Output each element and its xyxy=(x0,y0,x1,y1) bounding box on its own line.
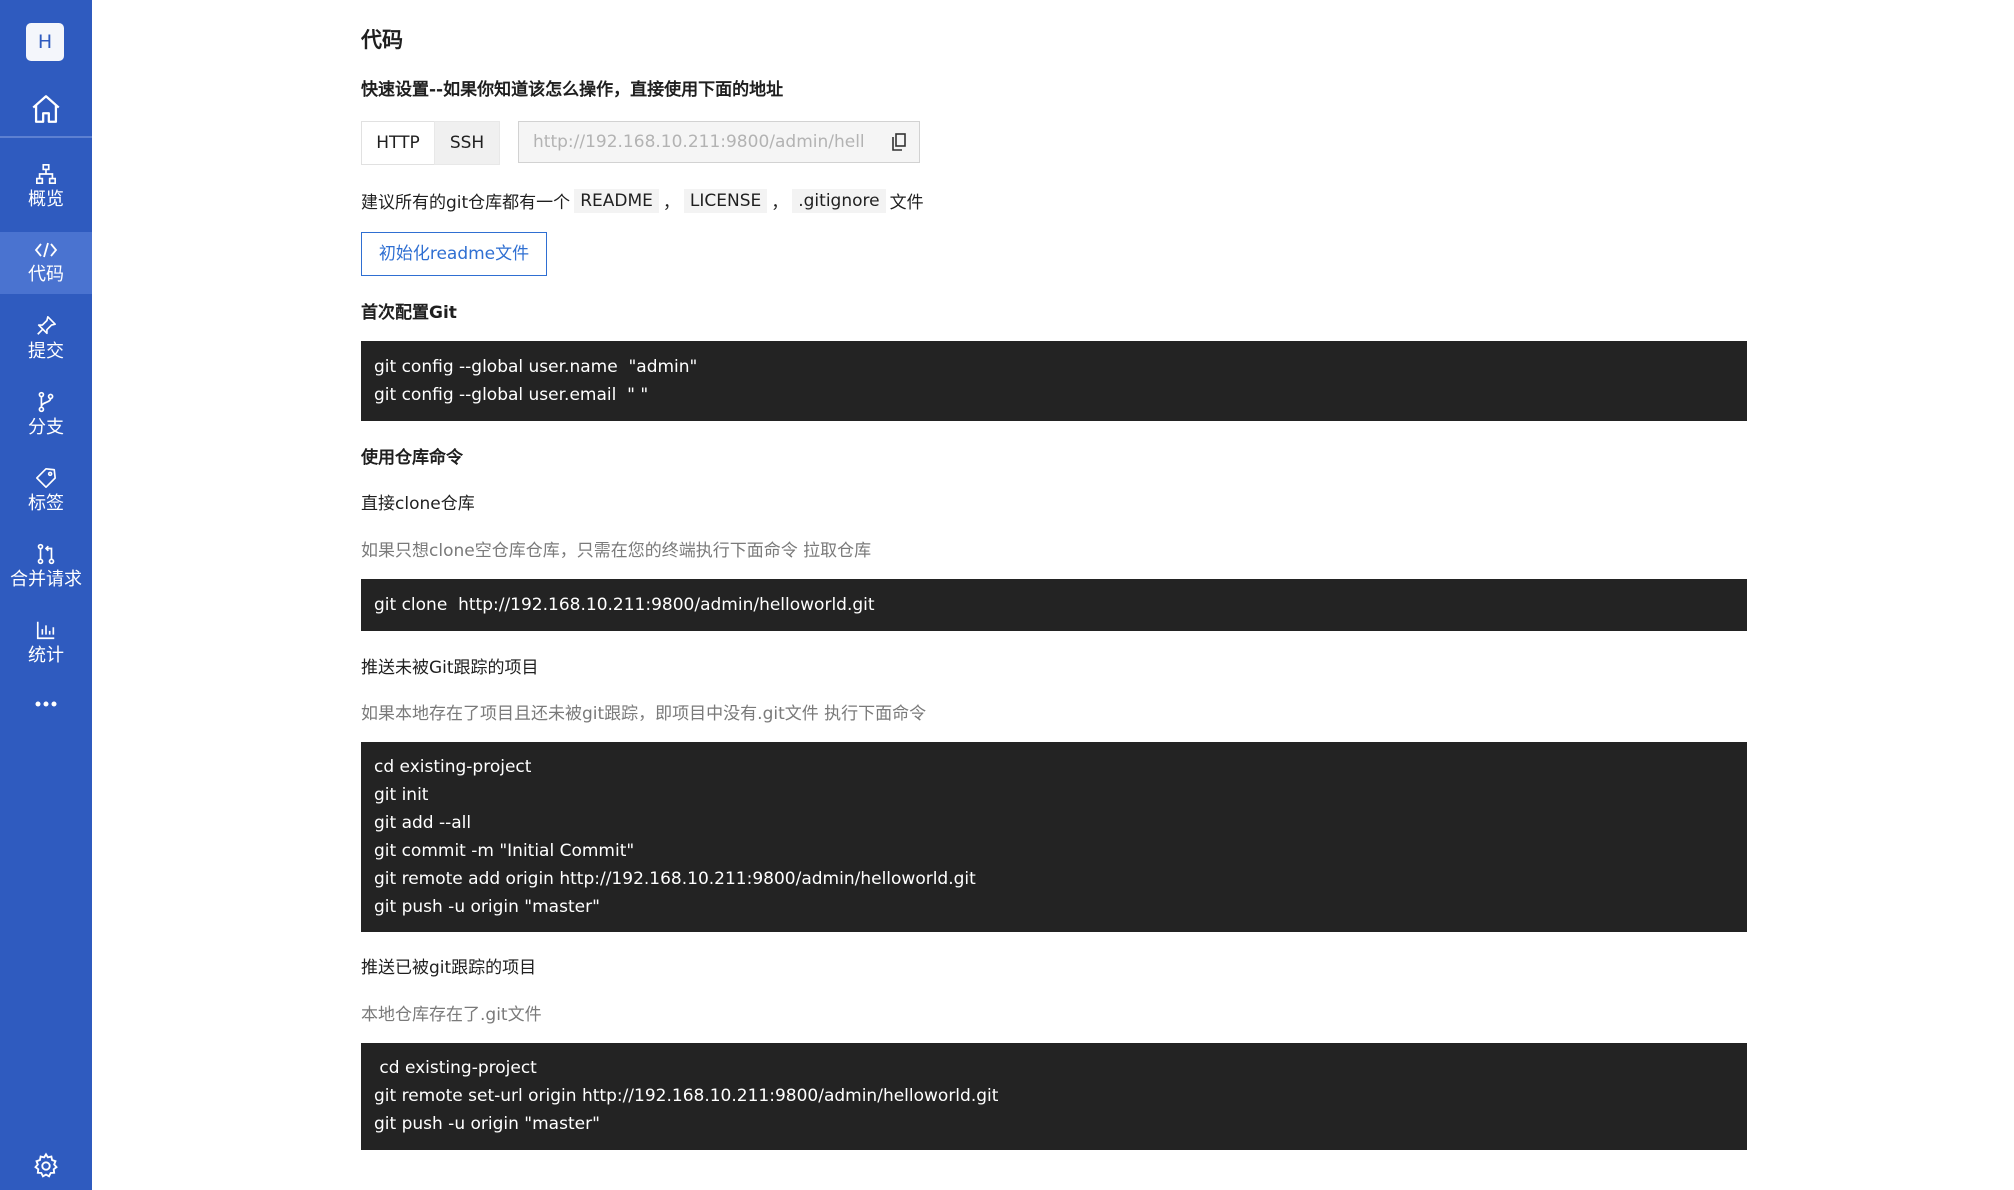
code-line: git config --global user.email " " xyxy=(374,385,649,405)
sidebar-item-tags[interactable]: 标签 xyxy=(0,460,92,522)
sidebar-item-label: 概览 xyxy=(28,189,64,210)
sidebar-item-merge-requests[interactable]: 合并请求 xyxy=(0,536,92,598)
sidebar-divider xyxy=(0,136,92,138)
code-line: git clone http://192.168.10.211:9800/adm… xyxy=(374,595,875,615)
code-line: cd existing-project xyxy=(374,757,532,777)
bar-chart-icon xyxy=(36,621,55,640)
code-line: git init xyxy=(374,785,429,805)
sidebar-item-label: 提交 xyxy=(28,341,64,362)
sidebar-item-statistics[interactable]: 统计 xyxy=(0,612,92,674)
untracked-description: 如果本地存在了项目且还未被git跟踪，即项目中没有.git文件 执行下面命令 xyxy=(361,704,927,724)
first-config-code-block: git config --global user.name "admin" gi… xyxy=(361,341,1747,421)
sidebar-item-label: 合并请求 xyxy=(10,569,82,590)
first-config-title: 首次配置Git xyxy=(361,303,457,323)
clone-title: 直接clone仓库 xyxy=(361,494,475,514)
code-line: git commit -m "Initial Commit" xyxy=(374,841,635,861)
sidebar-item-label: 分支 xyxy=(28,417,64,438)
avatar[interactable]: H xyxy=(26,23,64,61)
repo-commands-title: 使用仓库命令 xyxy=(361,448,463,468)
sidebar: H 概览 代码 提交 分支 标签 合并请求 统计 xyxy=(0,0,92,1190)
ssh-tab[interactable]: SSH xyxy=(434,121,500,165)
pin-icon xyxy=(37,316,56,335)
code-line: git remote add origin http://192.168.10.… xyxy=(374,869,976,889)
untracked-code-block: cd existing-project git init git add --a… xyxy=(361,742,1747,932)
copy-button[interactable] xyxy=(887,131,911,153)
more-dots-icon xyxy=(35,701,57,707)
sidebar-item-commits[interactable]: 提交 xyxy=(0,308,92,370)
pull-request-icon xyxy=(37,543,55,565)
code-icon xyxy=(34,242,58,258)
separator: ， xyxy=(662,193,680,213)
suggestion-suffix: 文件 xyxy=(889,193,924,213)
clone-code-block: git clone http://192.168.10.211:9800/adm… xyxy=(361,579,1747,631)
sidebar-item-code[interactable]: 代码 xyxy=(0,232,92,294)
code-line: git add --all xyxy=(374,813,472,833)
more-button[interactable] xyxy=(0,685,92,723)
code-line: git push -u origin "master" xyxy=(374,897,600,917)
code-line: git remote set-url origin http://192.168… xyxy=(374,1086,999,1106)
quick-setup-title: 快速设置--如果你知道该怎么操作，直接使用下面的地址 xyxy=(361,80,784,100)
readme-chip: README xyxy=(574,188,659,213)
code-line: cd existing-project xyxy=(374,1058,537,1078)
code-line: git config --global user.name "admin" xyxy=(374,357,698,377)
code-line: git push -u origin "master" xyxy=(374,1114,600,1134)
tracked-code-block: cd existing-project git remote set-url o… xyxy=(361,1043,1747,1150)
init-readme-button[interactable]: 初始化readme文件 xyxy=(361,232,547,276)
tracked-title: 推送已被git跟踪的项目 xyxy=(361,958,537,978)
sidebar-item-label: 统计 xyxy=(28,645,64,666)
tracked-description: 本地仓库存在了.git文件 xyxy=(361,1005,542,1025)
sidebar-item-branches[interactable]: 分支 xyxy=(0,384,92,446)
repo-url-field xyxy=(518,121,920,163)
settings-button[interactable] xyxy=(0,1145,92,1187)
home-button[interactable] xyxy=(0,83,92,135)
sidebar-item-label: 代码 xyxy=(28,264,64,285)
gitignore-chip: .gitignore xyxy=(792,188,886,213)
clone-description: 如果只想clone空仓库仓库，只需在您的终端执行下面命令 拉取仓库 xyxy=(361,541,872,561)
home-icon xyxy=(32,95,60,123)
suggestion-text: 建议所有的git仓库都有一个 README ， LICENSE ， .gitig… xyxy=(361,188,924,213)
gear-icon xyxy=(34,1152,58,1178)
repo-url-input[interactable] xyxy=(519,122,865,162)
sidebar-item-label: 标签 xyxy=(28,493,64,514)
untracked-title: 推送未被Git跟踪的项目 xyxy=(361,658,539,678)
tag-icon xyxy=(36,468,56,488)
sitemap-icon xyxy=(36,164,56,184)
page-title: 代码 xyxy=(361,28,403,52)
suggestion-prefix: 建议所有的git仓库都有一个 xyxy=(361,193,571,213)
branch-icon xyxy=(38,391,54,413)
http-tab[interactable]: HTTP xyxy=(361,121,435,165)
sidebar-item-overview[interactable]: 概览 xyxy=(0,156,92,218)
copy-icon xyxy=(892,133,906,151)
license-chip: LICENSE xyxy=(683,188,768,213)
separator: ， xyxy=(771,193,789,213)
